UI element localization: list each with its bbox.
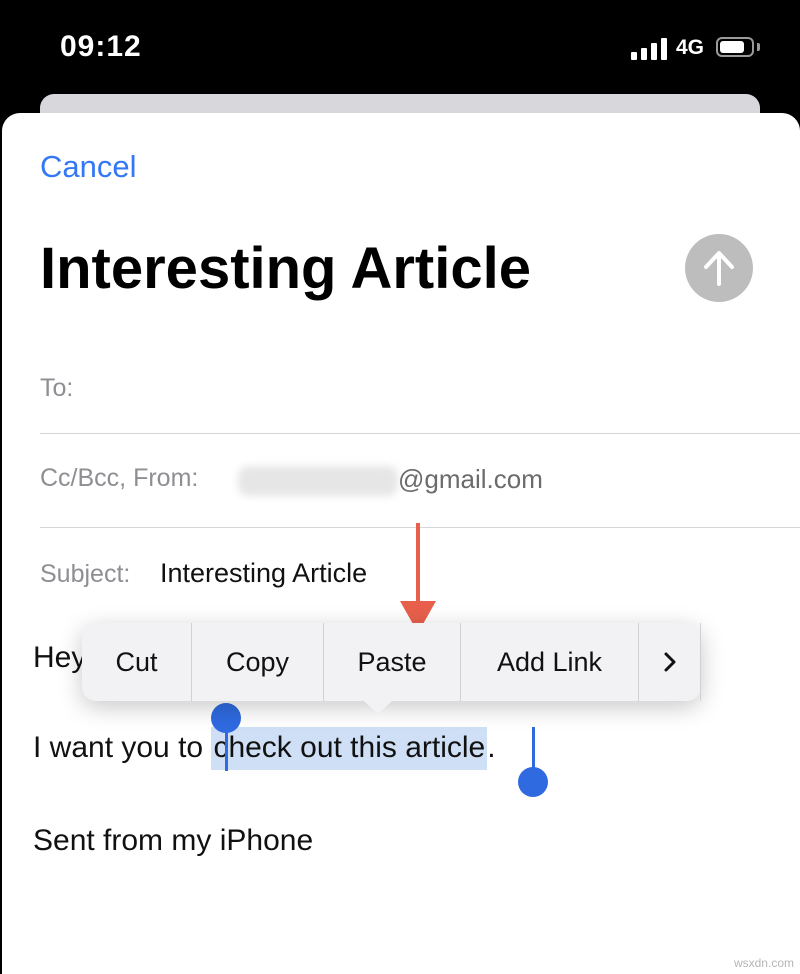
signal-bars-icon [631, 38, 667, 60]
selection-start-bar [225, 727, 228, 771]
status-bar: 09:12 4G [0, 0, 800, 96]
email-signature[interactable]: Sent from my iPhone [33, 824, 313, 858]
body-line-prefix: I want you to [33, 731, 212, 764]
chevron-right-icon [664, 652, 675, 672]
send-button[interactable] [685, 234, 753, 302]
body-line[interactable]: I want you to check out this article. [33, 727, 496, 770]
selection-start-handle[interactable] [211, 703, 241, 733]
menu-pointer [364, 701, 392, 714]
status-time: 09:12 [60, 30, 142, 63]
battery-cap [757, 43, 760, 51]
selection-end-bar [532, 727, 535, 771]
edit-context-menu: Cut Copy Paste Add Link [82, 623, 701, 714]
cc-from-label: Cc/Bcc, From: [40, 464, 199, 492]
menu-item-cut[interactable]: Cut [82, 623, 192, 701]
network-label: 4G [676, 36, 705, 59]
to-label: To: [40, 374, 74, 402]
cc-from-field[interactable]: Cc/Bcc, From: @gmail.com [40, 434, 800, 528]
compose-title: Interesting Article [40, 236, 531, 301]
body-line-suffix: . [487, 731, 496, 764]
subject-value: Interesting Article [160, 558, 368, 588]
from-domain: @gmail.com [398, 464, 543, 494]
selected-text[interactable]: check out this article [211, 727, 488, 770]
red-arrow-annotation [400, 523, 436, 633]
watermark: wsxdn.com [733, 956, 794, 970]
to-field[interactable]: To: [40, 340, 800, 434]
battery-icon [716, 37, 754, 57]
cancel-button[interactable]: Cancel [40, 149, 137, 185]
menu-item-add-link[interactable]: Add Link [461, 623, 639, 701]
subject-label: Subject: [40, 560, 131, 588]
menu-more-button[interactable] [639, 623, 701, 701]
redacted-email [238, 466, 398, 496]
compose-sheet: Cancel Interesting Article To: Cc/Bcc, F… [2, 113, 800, 974]
menu-item-paste[interactable]: Paste [324, 623, 461, 701]
menu-item-copy[interactable]: Copy [192, 623, 324, 701]
selection-end-handle[interactable] [518, 767, 548, 797]
body-greeting[interactable]: Hey [33, 641, 86, 675]
arrow-up-icon [704, 251, 734, 286]
